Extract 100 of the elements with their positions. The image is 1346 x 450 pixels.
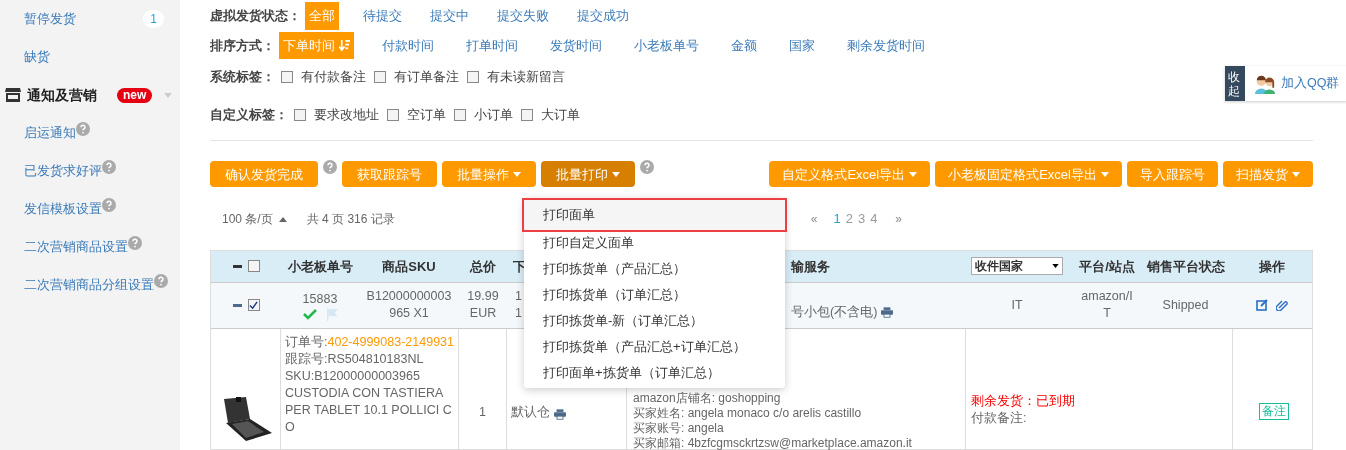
sort-option[interactable]: 打单时间 <box>462 31 522 59</box>
filter-option[interactable]: 提交中 <box>426 2 473 30</box>
checkbox[interactable] <box>247 260 260 273</box>
sidebar-item[interactable]: 二次营销商品分组设置 <box>24 275 154 295</box>
menu-item[interactable]: 打印面单+拣货单（订单汇总） <box>524 360 785 386</box>
tag-label[interactable]: 有订单备注 <box>394 67 459 87</box>
sort-option[interactable]: 金额 <box>727 31 761 59</box>
sidebar-item[interactable]: 启运通知 <box>24 123 76 143</box>
table-cell-text: 15883 <box>302 290 338 308</box>
column-header: 销售平台状态 <box>1146 257 1225 276</box>
sort-option[interactable]: 剩余发货时间 <box>843 31 929 59</box>
checkbox[interactable] <box>387 109 399 122</box>
prev-page-link[interactable]: « <box>810 210 818 229</box>
buyer-info: 买家账号: angela <box>633 421 725 436</box>
help-icon[interactable] <box>128 236 142 250</box>
next-page-link[interactable]: » <box>895 210 903 229</box>
order-number: 订单号:402-4999083-2149931 <box>285 334 454 351</box>
help-icon[interactable] <box>323 160 337 175</box>
page-link[interactable]: 3 <box>857 209 866 229</box>
filter-label: 自定义标签： <box>210 106 288 125</box>
menu-item[interactable]: 打印拣货单（产品汇总+订单汇总） <box>524 334 785 360</box>
warehouse: 默认仓 <box>511 404 550 421</box>
new-badge: new <box>117 87 153 103</box>
checkbox[interactable] <box>454 109 466 122</box>
collapse-button[interactable]: 收起 <box>1225 66 1245 101</box>
collapse-icon[interactable] <box>232 265 242 268</box>
check-icon <box>302 309 317 321</box>
printer-icon[interactable] <box>881 307 894 318</box>
column-header: 商品SKU <box>382 257 436 276</box>
product-title: CUSTODIA CON TASTIERA PER TABLET 10.1 POLLICI CO <box>285 385 453 436</box>
table-cell-text: amazon/I T <box>1080 288 1134 323</box>
filter-label: 排序方式： <box>210 36 275 55</box>
checkbox[interactable] <box>374 71 386 84</box>
column-header: 输服务 <box>791 257 830 276</box>
column-header: 小老板单号 <box>287 257 353 276</box>
help-icon[interactable] <box>76 122 90 136</box>
tag-label[interactable]: 要求改地址 <box>314 105 379 125</box>
help-icon[interactable] <box>102 160 116 174</box>
page-link[interactable]: 4 <box>870 209 878 229</box>
column-header: 操作 <box>1258 257 1285 276</box>
table-cell-text: B12000000003 965 X1 <box>365 288 453 323</box>
caret-icon[interactable] <box>1052 264 1059 269</box>
menu-item[interactable]: 打印面单 <box>524 200 785 230</box>
table-cell: 1 <box>515 288 522 306</box>
sidebar-item[interactable]: 二次营销商品设置 <box>24 237 128 257</box>
help-icon[interactable] <box>154 274 168 288</box>
menu-item[interactable]: 打印拣货单-新（订单汇总） <box>524 308 785 334</box>
table-cell-text: IT <box>1010 297 1024 315</box>
table-cell-text: 19.99 EUR <box>466 288 500 323</box>
edit-icon[interactable] <box>1255 299 1268 312</box>
filter-option[interactable]: 提交成功 <box>573 2 633 30</box>
checkbox[interactable] <box>521 109 533 122</box>
tag-label[interactable]: 大订单 <box>541 105 580 125</box>
remaining-time: 剩余发货：已到期 <box>971 393 1076 410</box>
join-qq-group-link[interactable]: 加入QQ群 <box>1281 74 1340 93</box>
page-size-selector[interactable]: 100 条/页 <box>222 210 287 229</box>
printer-icon[interactable] <box>554 409 566 421</box>
collapse-icon[interactable] <box>232 304 242 307</box>
checkbox[interactable] <box>294 109 306 122</box>
sidebar-item[interactable]: 发信模板设置 <box>24 199 102 219</box>
help-icon[interactable] <box>640 160 654 175</box>
sidebar-item[interactable]: 缺货 <box>24 47 50 67</box>
sidebar-section-title[interactable]: 通知及营销 <box>27 84 97 106</box>
sort-option[interactable]: 小老板单号 <box>630 31 703 59</box>
note-button[interactable]: 备注 <box>1258 403 1289 420</box>
column-header: 总价 <box>470 257 496 276</box>
sort-option[interactable]: 发货时间 <box>546 31 606 59</box>
payment-note: 付款备注: <box>971 410 1028 427</box>
table-cell: 1 <box>515 305 522 323</box>
filter-label: 虚拟发货状态： <box>210 7 301 25</box>
sidebar-item[interactable]: 已发货求好评 <box>24 161 102 181</box>
table-cell-text: Shipped <box>1161 297 1210 315</box>
filter-label: 系统标签： <box>210 68 275 87</box>
checkbox[interactable] <box>247 299 260 312</box>
attachment-icon[interactable] <box>1275 299 1288 312</box>
toolbar-button[interactable]: 批量打印 <box>541 161 635 188</box>
tag-label[interactable]: 有未读新留言 <box>487 67 565 87</box>
country-select[interactable]: 收件国家 <box>971 257 1063 276</box>
store-icon <box>5 88 21 102</box>
sort-option[interactable]: 国家 <box>785 31 819 59</box>
page-link[interactable]: 2 <box>845 209 853 229</box>
column-header: 平台/站点 <box>1079 257 1135 276</box>
menu-item[interactable]: 打印自定义面单 <box>524 230 785 256</box>
page-link[interactable]: 1 <box>833 209 841 229</box>
count-badge: 1 <box>143 10 164 28</box>
tag-label[interactable]: 空订单 <box>407 105 446 125</box>
buyer-info: amazon店铺名: goshopping <box>633 391 782 406</box>
checkbox[interactable] <box>281 71 293 84</box>
buyer-info: 买家姓名: angela monaco c/o arelis castillo <box>633 406 863 421</box>
checkbox[interactable] <box>467 71 479 84</box>
menu-item[interactable]: 打印拣货单（订单汇总） <box>524 282 785 308</box>
menu-item[interactable]: 打印拣货单（产品汇总） <box>524 256 785 282</box>
tag-label[interactable]: 小订单 <box>474 105 513 125</box>
sidebar-item[interactable]: 暂停发货 <box>24 9 76 29</box>
help-icon[interactable] <box>102 198 116 212</box>
filter-option[interactable]: 提交失败 <box>493 2 553 30</box>
tag-label[interactable]: 有付款备注 <box>301 67 366 87</box>
filter-option[interactable]: 待提交 <box>359 2 406 30</box>
column-header: 下 <box>513 257 526 276</box>
sort-option[interactable]: 付款时间 <box>378 31 438 59</box>
